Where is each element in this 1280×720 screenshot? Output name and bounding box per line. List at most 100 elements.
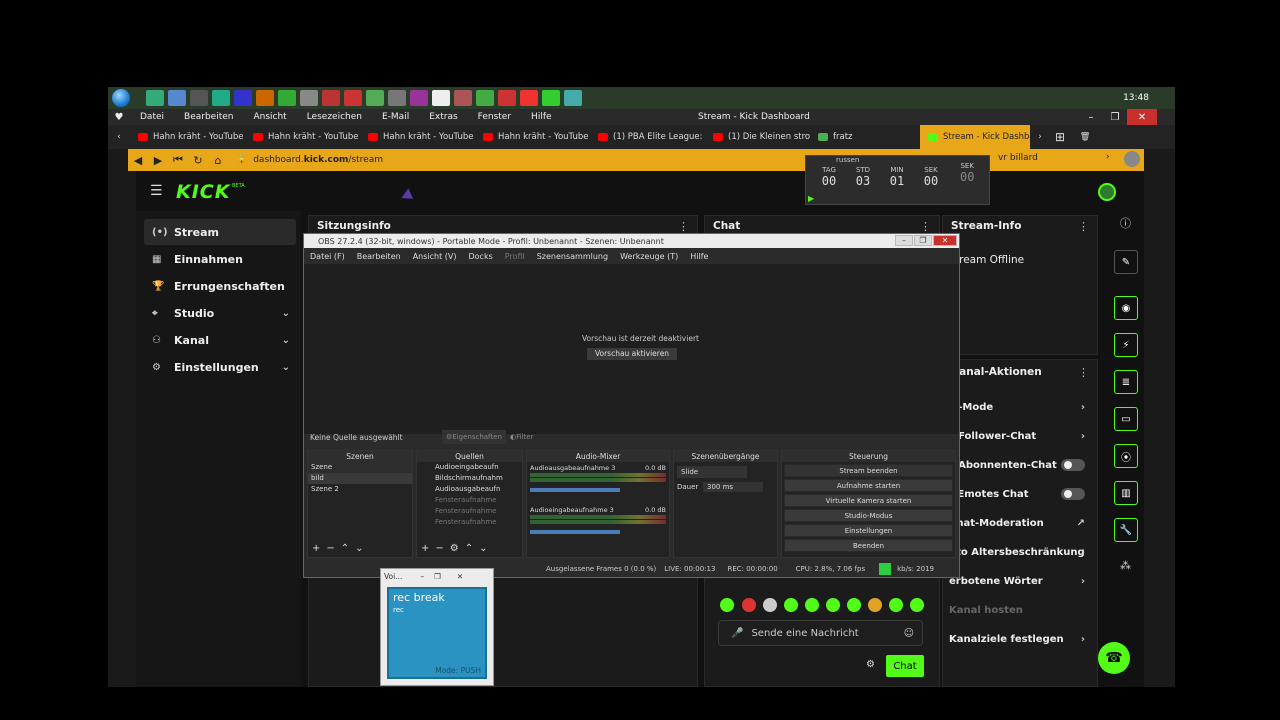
- play-icon[interactable]: ▶: [808, 194, 814, 203]
- scene-item[interactable]: Szene 2: [308, 484, 412, 495]
- obs-menu-hilfe[interactable]: Hilfe: [684, 252, 714, 261]
- go-arrow-icon[interactable]: ›: [1106, 152, 1110, 162]
- toggle-switch[interactable]: [1061, 459, 1085, 471]
- channel-action-row[interactable]: r-Follower-Chat ›: [949, 425, 1091, 447]
- menu-hilfe[interactable]: Hilfe: [521, 112, 561, 122]
- exit-button[interactable]: Beenden: [784, 539, 953, 552]
- layout-icon[interactable]: ▥: [1114, 481, 1138, 505]
- emote-icon[interactable]: [826, 598, 840, 612]
- obs-menu-szenensammlung[interactable]: Szenensammlung: [531, 252, 614, 261]
- channel-action-row[interactable]: Kanal hosten: [949, 599, 1091, 621]
- trash-icon[interactable]: 🗑: [1070, 132, 1100, 142]
- sidebar-item-einstellungen[interactable]: ⚙ Einstellungen ⌄: [144, 354, 296, 380]
- taskbar-app-icon[interactable]: [388, 90, 406, 106]
- bolt-icon[interactable]: ⚡: [1114, 333, 1138, 357]
- channel-action-row[interactable]: w-Mode ›: [949, 396, 1091, 418]
- reload-icon[interactable]: ↻: [188, 154, 208, 167]
- stop-stream-button[interactable]: Stream beenden: [784, 464, 953, 477]
- tab-fratz[interactable]: fratz: [810, 125, 920, 149]
- tab-youtube-3[interactable]: Hahn kräht - YouTube: [360, 125, 475, 149]
- obs-menu-ansicht[interactable]: Ansicht (V): [407, 252, 463, 261]
- menu-datei[interactable]: Datei: [130, 112, 174, 122]
- tab-youtube-4[interactable]: Hahn kräht - YouTube: [475, 125, 590, 149]
- taskbar-app-icon[interactable]: [520, 90, 538, 106]
- close-button[interactable]: ✕: [1127, 109, 1157, 125]
- taskbar-app-icon[interactable]: [498, 90, 516, 106]
- menu-extras[interactable]: Extras: [419, 112, 467, 122]
- scene-item[interactable]: Szene: [308, 462, 412, 473]
- taskbar-app-icon[interactable]: [278, 90, 296, 106]
- sidebar-item-studio[interactable]: ⌖ Studio ⌄: [144, 300, 296, 326]
- filter-button[interactable]: ◐Filter: [510, 430, 546, 444]
- channel-action-row[interactable]: erbotene Wörter ›: [949, 570, 1091, 592]
- taskbar-app-icon[interactable]: [212, 90, 230, 106]
- duration-input[interactable]: 300 ms: [703, 482, 763, 492]
- emote-icon[interactable]: [763, 598, 777, 612]
- emote-icon[interactable]: [720, 598, 734, 612]
- back-icon[interactable]: ◀: [128, 154, 148, 167]
- toggle-switch[interactable]: [1061, 488, 1085, 500]
- sidebar-item-kanal[interactable]: ⚇ Kanal ⌄: [144, 327, 296, 353]
- tab-scroll-left-icon[interactable]: ‹: [108, 132, 130, 142]
- voice-restore-button[interactable]: ❐: [434, 572, 441, 581]
- emote-icon[interactable]: [847, 598, 861, 612]
- broadcast-icon[interactable]: ⦿: [1114, 444, 1138, 468]
- hamburger-icon[interactable]: ☰: [150, 183, 163, 199]
- sidebar-item-errungenschaften[interactable]: 🏆 Errungenschaften: [144, 273, 296, 299]
- chat-settings-icon[interactable]: ⚙: [866, 659, 875, 670]
- channel-action-row[interactable]: nto Altersbeschränkung ›: [949, 541, 1091, 563]
- apps-icon[interactable]: ⁂: [1120, 559, 1131, 572]
- obs-restore-button[interactable]: ❐: [914, 235, 932, 246]
- scene-item[interactable]: bild: [308, 473, 412, 484]
- emote-icon[interactable]: [805, 598, 819, 612]
- chat-send-button[interactable]: Chat: [886, 655, 924, 677]
- volume-slider[interactable]: [530, 488, 620, 492]
- menu-email[interactable]: E-Mail: [372, 112, 419, 122]
- scene-toolbar[interactable]: +−⌃⌄: [312, 543, 370, 554]
- channel-action-row[interactable]: Kanalziele festlegen ›: [949, 628, 1091, 650]
- taskbar-app-icon[interactable]: [300, 90, 318, 106]
- taskbar-app-icon[interactable]: [168, 90, 186, 106]
- search-field[interactable]: vr billard: [998, 153, 1038, 163]
- first-icon[interactable]: ⏮: [168, 153, 188, 167]
- start-button[interactable]: [108, 87, 134, 109]
- tab-youtube-1[interactable]: Hahn kräht - YouTube: [130, 125, 245, 149]
- emote-icon[interactable]: [868, 598, 882, 612]
- menu-bearbeiten[interactable]: Bearbeiten: [174, 112, 243, 122]
- channel-action-row[interactable]: Chat-Moderation ↗: [949, 512, 1091, 534]
- properties-button[interactable]: ⚙Eigenschaften: [442, 430, 506, 444]
- obs-menu-docks[interactable]: Docks: [462, 252, 498, 261]
- taskbar-app-icon[interactable]: [190, 90, 208, 106]
- source-item[interactable]: Audioeingabeaufn: [417, 462, 522, 473]
- taskbar-app-icon[interactable]: [234, 90, 252, 106]
- taskbar-app-icon[interactable]: [410, 90, 428, 106]
- sidebar-item-einnahmen[interactable]: ▦ Einnahmen: [144, 246, 296, 272]
- studio-mode-button[interactable]: Studio-Modus: [784, 509, 953, 522]
- restore-button[interactable]: ❐: [1103, 109, 1127, 125]
- tab-pba[interactable]: (1) PBA Elite League: Batt: [590, 125, 705, 149]
- preview-enable-button[interactable]: Vorschau aktivieren: [587, 348, 677, 360]
- source-item[interactable]: Fensteraufnahme: [417, 495, 522, 506]
- new-tab-icon[interactable]: ⊞: [1050, 130, 1070, 144]
- taskbar-app-icon[interactable]: [542, 90, 560, 106]
- emote-icon[interactable]: [742, 598, 756, 612]
- obs-menu-bearbeiten[interactable]: Bearbeiten: [351, 252, 407, 261]
- voice-body[interactable]: rec break rec Mode: PUSH: [387, 587, 487, 679]
- support-icon[interactable]: ☎: [1098, 642, 1130, 674]
- transition-select[interactable]: Slide: [677, 466, 747, 478]
- volume-slider[interactable]: [530, 530, 620, 534]
- microphone-icon[interactable]: 🎤: [731, 628, 743, 639]
- tab-strolche[interactable]: (1) Die Kleinen strolche 0: [705, 125, 810, 149]
- voice-close-button[interactable]: ✕: [457, 572, 463, 581]
- kick-logo[interactable]: KICK: [176, 181, 230, 203]
- emote-icon[interactable]: [910, 598, 924, 612]
- tab-kick-dashboard[interactable]: Stream - Kick Dashboard: [920, 125, 1030, 149]
- emoji-icon[interactable]: ☺: [904, 628, 914, 639]
- start-recording-button[interactable]: Aufnahme starten: [784, 479, 953, 492]
- menu-ansicht[interactable]: Ansicht: [243, 112, 296, 122]
- tab-scroll-right-icon[interactable]: ›: [1030, 132, 1050, 142]
- settings-button[interactable]: Einstellungen: [784, 524, 953, 537]
- taskbar-app-icon[interactable]: [476, 90, 494, 106]
- taskbar-app-icon[interactable]: [366, 90, 384, 106]
- taskbar-app-icon[interactable]: [454, 90, 472, 106]
